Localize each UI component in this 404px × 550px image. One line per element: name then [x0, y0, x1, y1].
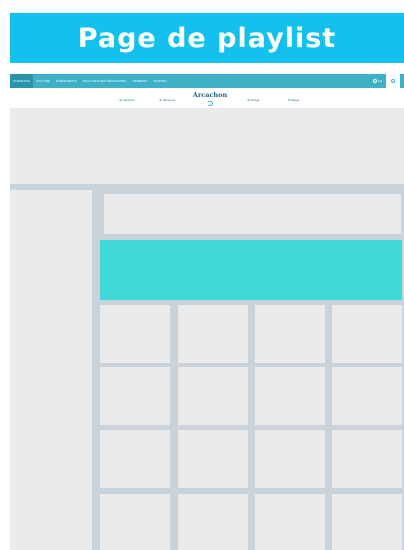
playlist-tile[interactable]	[178, 494, 248, 550]
playlist-tile[interactable]	[332, 430, 402, 488]
playlist-tile[interactable]	[100, 494, 170, 550]
playlist-tile[interactable]	[178, 367, 248, 425]
playlist-tile[interactable]	[255, 430, 325, 488]
subnav-link-decouvre[interactable]: Je découvre	[159, 98, 175, 102]
subnav-link-pratique[interactable]: Pratique	[288, 98, 299, 102]
subnav-link-rejoindre[interactable]: Je rejoindre	[119, 98, 135, 102]
playlist-tile[interactable]	[332, 305, 402, 363]
playlist-tile[interactable]	[332, 367, 402, 425]
search-icon	[391, 79, 395, 83]
playlist-tile[interactable]	[178, 430, 248, 488]
hero-placeholder	[10, 108, 404, 184]
subnav-link-bouge[interactable]: Je bouge	[247, 98, 259, 102]
playlist-player-placeholder[interactable]	[100, 240, 402, 300]
language-label: EN	[377, 79, 382, 83]
playlist-tile[interactable]	[100, 305, 170, 363]
nav-item-pelouses[interactable]: Pelouses des réservoirs	[80, 74, 130, 88]
playlist-title-placeholder	[104, 194, 401, 234]
navbar-right: EN	[369, 74, 404, 88]
playlist-tile[interactable]	[255, 305, 325, 363]
sub-navigation: Je rejoindre Je découvre Arcachon à vivr…	[10, 88, 404, 112]
playlist-tile[interactable]	[178, 305, 248, 363]
swirl-icon	[207, 100, 213, 106]
language-selector[interactable]: EN	[369, 79, 386, 83]
search-button[interactable]	[386, 74, 400, 88]
nav-item-panorama[interactable]: Panorama	[10, 74, 33, 88]
playlist-tile[interactable]	[100, 430, 170, 488]
page-title-banner: Page de playlist	[10, 13, 404, 63]
playlist-tile[interactable]	[255, 367, 325, 425]
nav-item-membres[interactable]: Membres	[129, 74, 150, 88]
sidebar-placeholder	[10, 190, 92, 550]
logo-brand: Arcachon	[192, 91, 228, 99]
playlist-tile[interactable]	[255, 494, 325, 550]
globe-icon	[372, 79, 377, 83]
arcachon-logo[interactable]: Arcachon à vivre et à aimer	[190, 91, 230, 112]
nav-item-culture[interactable]: Culture	[33, 74, 53, 88]
navbar-end-cap	[400, 74, 404, 88]
wireframe-page: Panorama Culture Evénements Pelouses des…	[10, 74, 404, 550]
playlist-tile[interactable]	[332, 494, 402, 550]
nav-item-evenements[interactable]: Evénements	[53, 74, 80, 88]
top-navbar: Panorama Culture Evénements Pelouses des…	[10, 74, 404, 88]
nav-item-sorties[interactable]: Sorties	[150, 74, 169, 88]
playlist-tile[interactable]	[100, 367, 170, 425]
